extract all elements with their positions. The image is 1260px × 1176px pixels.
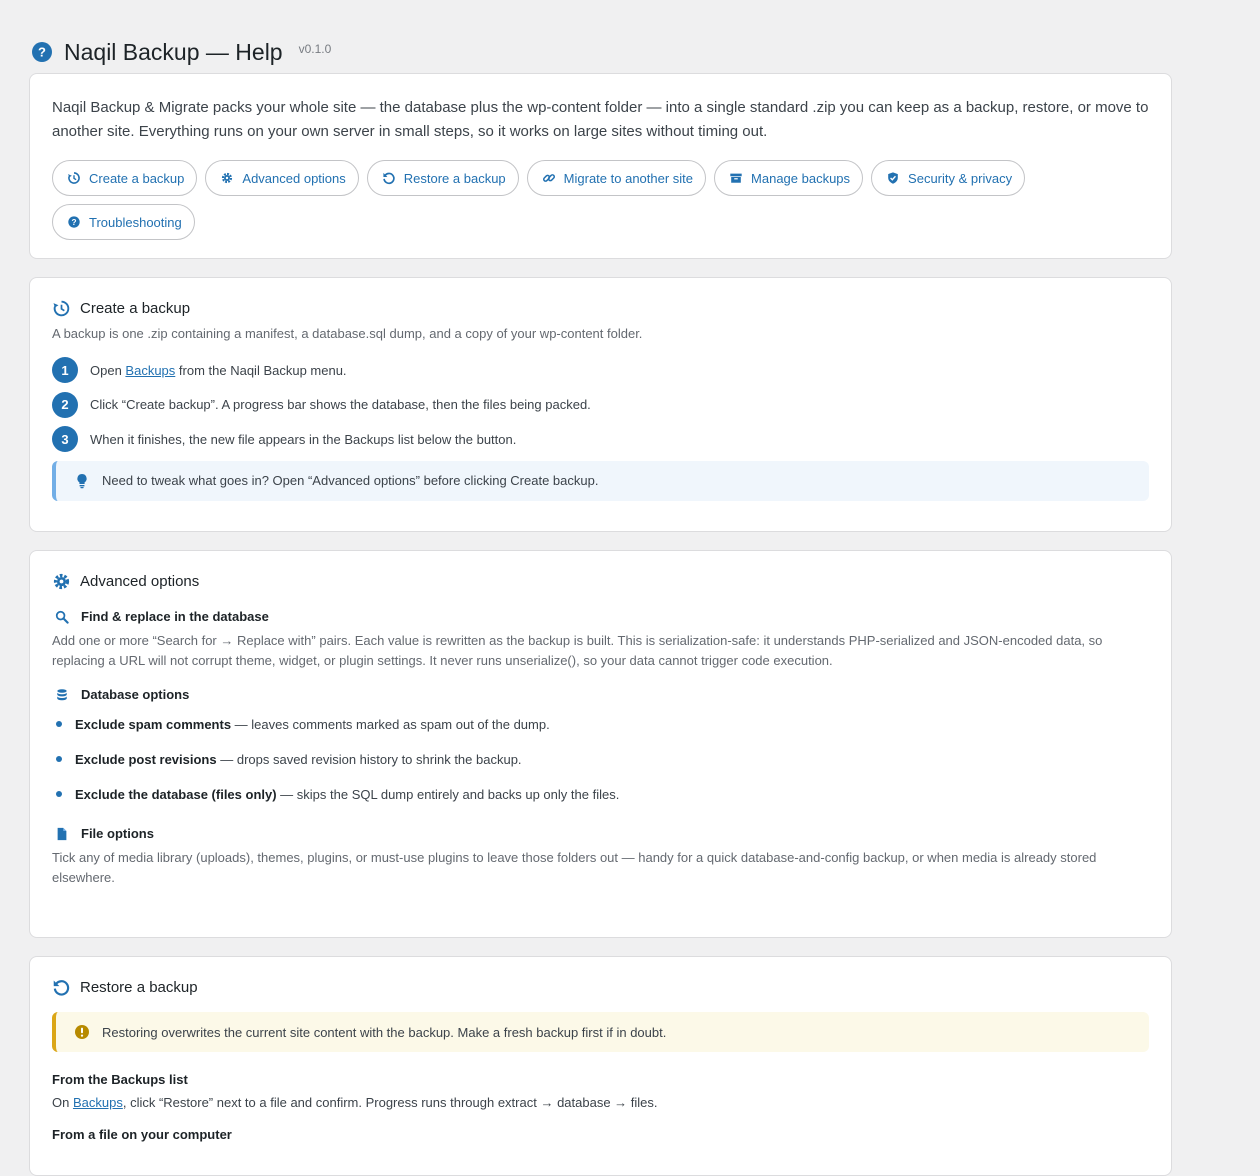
backups-link[interactable]: Backups [73,1095,123,1110]
database-icon [57,688,67,700]
file-icon [57,827,67,840]
step-item: 1 Open Backups from the Naqil Backup men… [52,357,1149,383]
from-file-heading: From a file on your computer [52,1127,232,1142]
warning-icon [75,1025,89,1039]
bullet-rest: — skips the SQL dump entirely and backs … [276,786,620,802]
restore-backup-card: Restore a backup Restoring overwrites th… [29,956,1172,1176]
bullet-dot [56,721,62,727]
section-header: Create a backup [52,299,1149,318]
step-text: Open Backups from the Naqil Backup menu. [90,363,347,378]
intro-card: Naqil Backup & Migrate packs your whole … [29,73,1172,259]
nav-label: Advanced options [242,170,346,186]
section-title: Create a backup [80,300,191,317]
bullet-dot [56,756,62,762]
find-replace-title: Find & replace in the database [81,609,269,624]
bullet-bold: Exclude the database (files only) [75,786,277,802]
list-item: Exclude spam comments — leaves comments … [52,714,1149,734]
nav-label: Migrate to another site [563,170,694,186]
list-item: Exclude post revisions — drops saved rev… [52,749,1149,769]
section-nav: Create a backup Advanced options Restore… [52,160,1149,240]
nav-label: Create a backup [89,170,185,186]
section-description: A backup is one .zip containing a manife… [52,326,643,341]
database-options-title: Database options [81,687,190,702]
version-label: v0.1.0 [298,42,332,56]
intro-text: Naqil Backup & Migrate packs your whole … [52,99,1149,140]
find-replace-text: Add one or more “Search for → Replace wi… [52,633,1103,668]
step-number: 3 [52,426,78,452]
shield-icon [888,172,898,184]
question-icon: ? [68,216,80,228]
step-text: Click “Create backup”. A progress bar sh… [90,397,591,412]
step-item: 3 When it finishes, the new file appears… [52,426,1149,452]
from-list-heading: From the Backups list [52,1072,188,1087]
step-text-pre: Open [90,362,126,378]
database-options-list: Exclude spam comments — leaves comments … [52,714,1149,804]
restore-icon [53,980,70,996]
page-title: Naqil Backup — Help [64,38,283,65]
nav-label: Restore a backup [403,170,506,186]
gear-icon [53,573,70,590]
step-item: 2 Click “Create backup”. A progress bar … [52,391,1149,418]
steps-list: 1 Open Backups from the Naqil Backup men… [52,357,1149,452]
page-header: ? Naqil Backup — Help v0.1.0 [29,27,1172,77]
nav-label: Security & privacy [908,170,1013,186]
step-text-post: from the Naqil Backup menu. [175,362,347,378]
database-options-heading: Database options [52,687,1149,702]
nav-advanced-options[interactable]: Advanced options [205,160,359,196]
svg-text:?: ? [71,217,76,227]
tip-note: Need to tweak what goes in? Open “Advanc… [52,460,1149,501]
warning-text: Restoring overwrites the current site co… [102,1024,667,1040]
help-page: ? Naqil Backup — Help v0.1.0 Naqil Backu… [29,0,1172,1176]
restore-icon [383,172,395,185]
nav-restore-backup[interactable]: Restore a backup [366,160,519,196]
lightbulb-icon [77,473,87,488]
file-options-title: File options [81,826,154,841]
file-options-heading: File options [52,826,1149,841]
step-number: 1 [52,357,78,383]
nav-create-backup[interactable]: Create a backup [52,160,198,196]
warning-note: Restoring overwrites the current site co… [52,1012,1149,1052]
from-list-text: On Backups, click “Restore” next to a fi… [52,1093,1149,1113]
section-title: Advanced options [80,573,200,590]
list-item: Exclude the database (files only) — skip… [52,784,1149,804]
bullet-text: Exclude the database (files only) — skip… [75,787,619,802]
nav-manage-backups[interactable]: Manage backups [714,160,864,196]
link-icon [542,174,555,182]
svg-text:?: ? [38,45,46,60]
nav-migrate-site[interactable]: Migrate to another site [526,160,707,196]
step-text: When it finishes, the new file appears i… [90,431,517,447]
history-icon [68,172,80,184]
bullet-rest: — drops saved revision history to shrink… [216,751,522,767]
from-list-pre: On [52,1095,73,1110]
section-header: Advanced options [52,572,1149,591]
create-backup-card: Create a backup A backup is one .zip con… [29,277,1172,532]
nav-security-privacy[interactable]: Security & privacy [871,160,1026,196]
bullet-rest: — leaves comments marked as spam out of … [231,716,550,732]
section-header: Restore a backup [52,978,1149,997]
gear-icon [222,172,233,184]
bullet-bold: Exclude spam comments [75,716,232,732]
find-replace-heading: Find & replace in the database [52,609,1149,624]
bullet-bold: Exclude post revisions [75,751,217,767]
backups-link[interactable]: Backups [125,363,175,378]
search-icon [55,610,69,624]
section-title: Restore a backup [80,979,198,996]
archive-icon [730,173,742,183]
nav-label: Manage backups [751,170,851,186]
history-icon [53,300,70,317]
from-list-post: , click “Restore” next to a file and con… [122,1095,658,1110]
nav-label: Troubleshooting [89,214,182,230]
file-options-text: Tick any of media library (uploads), the… [52,850,1097,885]
tip-text: Need to tweak what goes in? Open “Advanc… [102,473,599,488]
nav-troubleshooting[interactable]: ? Troubleshooting [52,204,195,240]
advanced-options-card: Advanced options Find & replace in the d… [29,550,1172,938]
step-number: 2 [52,391,78,418]
help-icon: ? [32,42,52,62]
bullet-dot [56,791,62,797]
bullet-text: Exclude spam comments — leaves comments … [75,717,550,732]
bullet-text: Exclude post revisions — drops saved rev… [75,752,522,767]
